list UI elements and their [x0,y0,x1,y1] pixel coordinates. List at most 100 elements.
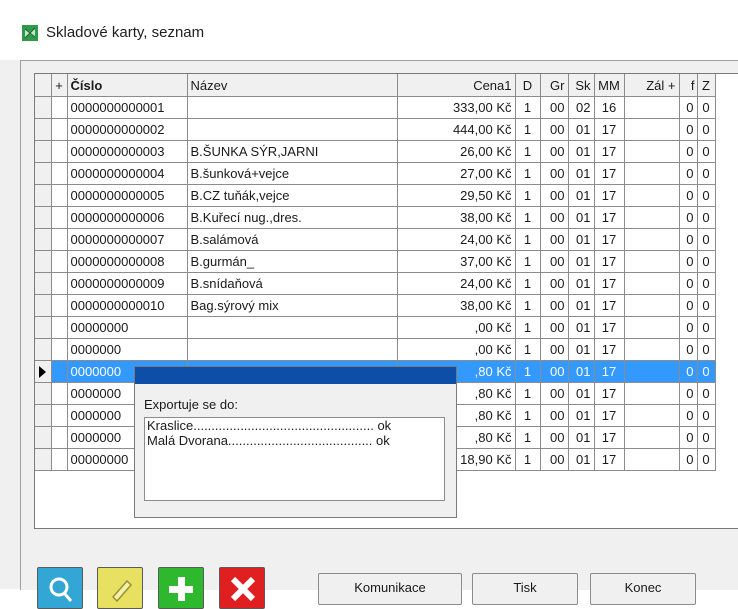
cell-zal[interactable] [624,448,680,471]
cell-d[interactable]: 1 [515,228,541,251]
cell-cislo[interactable]: 0000000000005 [67,184,188,207]
cell-nazev[interactable] [187,338,398,361]
cell-plus[interactable] [51,96,68,119]
cell-z[interactable]: 0 [697,228,716,251]
cell-nazev[interactable] [187,118,398,141]
cell-sk[interactable]: 01 [568,448,595,471]
cell-d[interactable]: 1 [515,206,541,229]
cell-z[interactable]: 0 [697,96,716,119]
cell-zal[interactable] [624,316,680,339]
cell-cislo[interactable]: 0000000000006 [67,206,188,229]
cell-mm[interactable]: 17 [594,184,625,207]
cell-zal[interactable] [624,272,680,295]
cell-nazev[interactable]: B.ŠUNKA SÝR,JARNI [187,140,398,163]
row-indicator[interactable] [35,360,52,383]
col-header-gr[interactable]: Gr [540,74,569,97]
cell-d[interactable]: 1 [515,118,541,141]
cell-d[interactable]: 1 [515,162,541,185]
cell-d[interactable]: 1 [515,294,541,317]
cell-z[interactable]: 0 [697,382,716,405]
cell-mm[interactable]: 17 [594,118,625,141]
cell-gr[interactable]: 00 [540,382,569,405]
cell-z[interactable]: 0 [697,426,716,449]
cell-plus[interactable] [51,228,68,251]
cell-gr[interactable]: 00 [540,272,569,295]
cell-zal[interactable] [624,250,680,273]
cell-f[interactable]: 0 [679,360,698,383]
cell-mm[interactable]: 17 [594,162,625,185]
table-row[interactable]: 0000000000007 B.salámová 24,00 Kč 1 00 01 17 0 0 [35,228,716,251]
cell-sk[interactable]: 01 [568,382,595,405]
cell-mm[interactable]: 17 [594,294,625,317]
cell-sk[interactable]: 01 [568,404,595,427]
col-header-sk[interactable]: Sk [568,74,595,97]
col-header-d[interactable]: D [515,74,541,97]
col-header-f[interactable]: f [679,74,698,97]
cell-gr[interactable]: 00 [540,118,569,141]
end-button[interactable]: Konec [590,573,696,605]
cell-gr[interactable]: 00 [540,140,569,163]
cell-f[interactable]: 0 [679,228,698,251]
cell-nazev[interactable] [187,96,398,119]
cell-nazev[interactable]: B.snídaňová [187,272,398,295]
row-indicator[interactable] [35,294,52,317]
cell-zal[interactable] [624,118,680,141]
cell-mm[interactable]: 17 [594,382,625,405]
cell-sk[interactable]: 01 [568,250,595,273]
cell-sk[interactable]: 01 [568,140,595,163]
cell-z[interactable]: 0 [697,448,716,471]
cell-mm[interactable]: 16 [594,96,625,119]
cell-sk[interactable]: 01 [568,272,595,295]
table-row[interactable]: 0000000000009 B.snídaňová 24,00 Kč 1 00 01 17 0… [35,272,716,295]
cell-sk[interactable]: 01 [568,162,595,185]
cell-z[interactable]: 0 [697,206,716,229]
cell-sk[interactable]: 01 [568,294,595,317]
cell-f[interactable]: 0 [679,118,698,141]
cell-cislo[interactable]: 00000000 [67,316,188,339]
cell-cislo[interactable]: 0000000000002 [67,118,188,141]
cell-z[interactable]: 0 [697,250,716,273]
cell-z[interactable]: 0 [697,316,716,339]
cell-sk[interactable]: 01 [568,206,595,229]
delete-button[interactable] [219,567,265,609]
cell-f[interactable]: 0 [679,184,698,207]
cell-gr[interactable]: 00 [540,184,569,207]
row-indicator[interactable] [35,206,52,229]
table-row[interactable]: 0000000000006 B.Kuřecí nug.,dres. 38,00 Kč… [35,206,716,229]
col-header-cislo[interactable]: Číslo [67,74,188,97]
cell-cislo[interactable]: 0000000 [67,338,188,361]
cell-nazev[interactable]: Bag.sýrový mix [187,294,398,317]
row-indicator[interactable] [35,404,52,427]
cell-nazev[interactable]: B.CZ tuňák,vejce [187,184,398,207]
cell-gr[interactable]: 00 [540,294,569,317]
cell-zal[interactable] [624,360,680,383]
cell-cislo[interactable]: 0000000000001 [67,96,188,119]
cell-d[interactable]: 1 [515,140,541,163]
cell-f[interactable]: 0 [679,162,698,185]
cell-f[interactable]: 0 [679,404,698,427]
cell-cislo[interactable]: 0000000000010 [67,294,188,317]
communication-button[interactable]: Komunikace [318,573,462,605]
table-row[interactable]: 0000000000005 B.CZ tuňák,vejce 29,50 Kč 1 00… [35,184,716,207]
cell-mm[interactable]: 17 [594,338,625,361]
search-button[interactable] [37,567,83,609]
cell-mm[interactable]: 17 [594,360,625,383]
cell-cena1[interactable]: 38,00 Kč [397,294,516,317]
cell-mm[interactable]: 17 [594,426,625,449]
cell-gr[interactable]: 00 [540,360,569,383]
cell-zal[interactable] [624,184,680,207]
cell-d[interactable]: 1 [515,184,541,207]
cell-z[interactable]: 0 [697,338,716,361]
cell-z[interactable]: 0 [697,272,716,295]
cell-plus[interactable] [51,404,68,427]
cell-zal[interactable] [624,162,680,185]
cell-mm[interactable]: 17 [594,250,625,273]
cell-gr[interactable]: 00 [540,250,569,273]
cell-mm[interactable]: 17 [594,404,625,427]
cell-sk[interactable]: 01 [568,338,595,361]
cell-d[interactable]: 1 [515,96,541,119]
cell-plus[interactable] [51,316,68,339]
table-row[interactable]: 0000000000010 Bag.sýrový mix 38,00 Kč 1 00 01… [35,294,716,317]
cell-z[interactable]: 0 [697,404,716,427]
cell-plus[interactable] [51,448,68,471]
